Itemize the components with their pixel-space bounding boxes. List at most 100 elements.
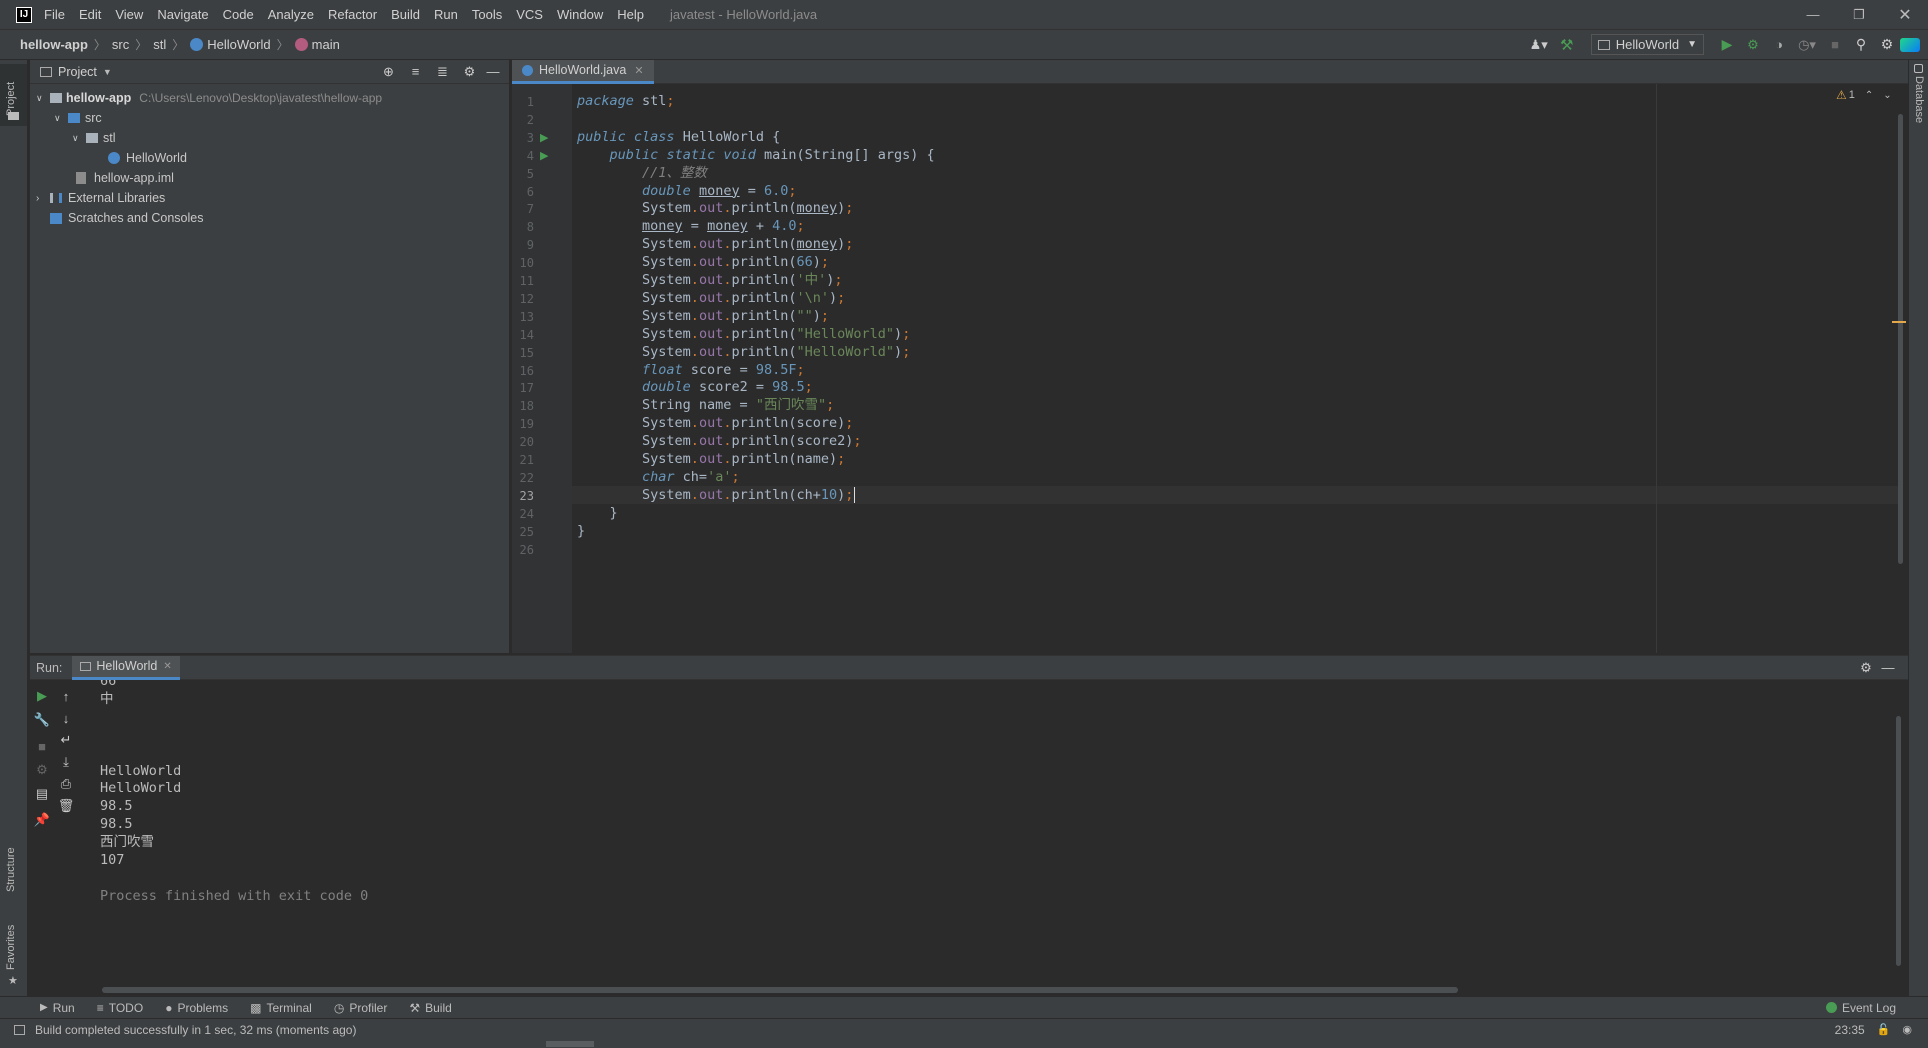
code-area[interactable]: package stl; public class HelloWorld { pu…	[512, 84, 1908, 653]
toolwindow-profiler[interactable]: ◷ Profiler	[334, 1001, 388, 1015]
toolwindow-problems[interactable]: ● Problems	[165, 1001, 228, 1015]
run-tab-helloworld[interactable]: HelloWorld ✕	[72, 655, 180, 680]
chevron-right-icon[interactable]: ›	[36, 193, 50, 204]
close-button[interactable]: ✕	[1882, 0, 1928, 30]
toolwindow-build[interactable]: ⚒ Build	[409, 1001, 451, 1015]
close-tab-icon[interactable]: ✕	[634, 64, 643, 77]
gear-icon[interactable]: ⚙	[1854, 660, 1878, 676]
breadcrumb-method[interactable]: main	[312, 37, 340, 52]
toolwindow-run[interactable]: ▶ Run	[40, 1001, 75, 1015]
window-scroll-thumb[interactable]	[546, 1041, 594, 1047]
structure-tool-tab[interactable]: Structure	[0, 830, 27, 910]
code-line[interactable]: System.out.println(name);	[577, 451, 845, 469]
code-line[interactable]: System.out.println('\n');	[577, 290, 845, 308]
breadcrumb-class[interactable]: HelloWorld	[207, 37, 270, 52]
toolwindow-terminal[interactable]: ▩ Terminal	[250, 1001, 312, 1015]
collapse-all-icon[interactable]: ≣	[429, 64, 456, 80]
code-line[interactable]: System.out.println(money);	[577, 236, 853, 254]
project-view-select[interactable]: Project	[58, 65, 97, 79]
run-icon[interactable]: ▶	[1714, 36, 1740, 53]
code-line[interactable]: double score2 = 98.5;	[577, 379, 813, 397]
toggle-tool-windows-icon[interactable]	[14, 1024, 25, 1035]
event-log-button[interactable]: Event Log	[1825, 1001, 1896, 1015]
code-line[interactable]: //1、整数	[577, 165, 707, 183]
menu-run[interactable]: Run	[434, 7, 458, 22]
menu-file[interactable]: File	[44, 7, 65, 22]
minimize-button[interactable]: —	[1790, 0, 1836, 30]
code-line[interactable]: System.out.println('中');	[577, 272, 843, 290]
code-line[interactable]: System.out.println(ch+10);	[577, 486, 856, 505]
menu-code[interactable]: Code	[223, 7, 254, 22]
coverage-icon[interactable]: ◑	[1766, 37, 1792, 52]
tree-item-src[interactable]: ∨ src	[30, 108, 509, 128]
menu-refactor[interactable]: Refactor	[328, 7, 377, 22]
console-line[interactable]: Process finished with exit code 0	[100, 888, 368, 910]
code-line[interactable]: float score = 98.5F;	[577, 362, 805, 380]
code-line[interactable]: public class HelloWorld {	[577, 129, 780, 147]
editor-scrollbar[interactable]	[1898, 114, 1903, 564]
tree-item-external-libraries[interactable]: › External Libraries	[30, 188, 509, 208]
previous-highlight-icon[interactable]: ⌃	[1865, 90, 1873, 101]
stop-icon[interactable]: ■	[1822, 37, 1848, 52]
database-tool-tab[interactable]: Database	[1909, 60, 1928, 140]
code-line[interactable]: double money = 6.0;	[577, 183, 796, 201]
code-line[interactable]: }	[577, 523, 585, 541]
status-time[interactable]: 23:35	[1835, 1023, 1865, 1037]
code-line[interactable]: package stl;	[577, 93, 675, 111]
gear-icon[interactable]: ⚙	[456, 64, 483, 80]
settings-gear-icon[interactable]: ⚙	[1874, 36, 1900, 53]
chevron-down-icon[interactable]: ∨	[36, 93, 50, 104]
debug-icon[interactable]: ⚙	[1740, 37, 1766, 53]
code-line[interactable]: System.out.println(score2);	[577, 433, 862, 451]
warning-marker[interactable]	[1892, 321, 1906, 323]
plugin-logo-icon[interactable]	[1900, 37, 1920, 52]
code-line[interactable]: money = money + 4.0;	[577, 218, 805, 236]
inspection-widget[interactable]: ⚠ 1 ⌃ ⌄	[1836, 88, 1892, 102]
search-icon[interactable]: ⚲	[1848, 36, 1874, 53]
code-line[interactable]: }	[577, 505, 618, 523]
console-vertical-scrollbar[interactable]	[1896, 716, 1901, 966]
expand-all-icon[interactable]: ≡	[402, 64, 429, 79]
menu-window[interactable]: Window	[557, 7, 603, 22]
chevron-down-icon[interactable]: ∨	[54, 113, 68, 124]
console-line[interactable]: 107	[100, 852, 124, 874]
code-line[interactable]: public static void main(String[] args) {	[577, 147, 935, 165]
favorites-tool-tab[interactable]: Favorites ★	[0, 910, 27, 990]
breadcrumb-stl[interactable]: stl	[153, 37, 166, 52]
code-line[interactable]: char ch='a';	[577, 469, 740, 487]
tree-item-scratches[interactable]: Scratches and Consoles	[30, 208, 509, 228]
chevron-down-icon[interactable]: ▼	[103, 67, 112, 77]
restore-button[interactable]: ❐	[1836, 0, 1882, 30]
menu-help[interactable]: Help	[617, 7, 644, 22]
menu-vcs[interactable]: VCS	[516, 7, 543, 22]
code-line[interactable]: String name = "西门吹雪";	[577, 397, 834, 415]
profile-icon[interactable]: ◷▾	[1792, 37, 1822, 53]
hide-icon[interactable]: —	[483, 64, 503, 79]
breadcrumb-src[interactable]: src	[112, 37, 129, 52]
tree-item-iml[interactable]: hellow-app.iml	[30, 168, 509, 188]
build-hammer-icon[interactable]: ⚒	[1553, 36, 1581, 54]
code-line[interactable]: System.out.println("");	[577, 308, 829, 326]
console-output[interactable]: 66 中 HelloWorld HelloWorld 98.5 98.5 西门吹雪 107 Pr…	[30, 680, 1890, 980]
menu-build[interactable]: Build	[391, 7, 420, 22]
next-highlight-icon[interactable]: ⌄	[1883, 90, 1891, 101]
console-horizontal-scrollbar[interactable]	[102, 987, 1458, 993]
user-icon[interactable]: ♟▾	[1525, 37, 1553, 53]
tree-item-stl[interactable]: ∨ stl	[30, 128, 509, 148]
menu-edit[interactable]: Edit	[79, 7, 101, 22]
memory-indicator-icon[interactable]: ◉	[1902, 1023, 1912, 1036]
close-tab-icon[interactable]: ✕	[163, 661, 171, 672]
locate-icon[interactable]: ⊕	[375, 64, 402, 80]
code-line[interactable]: System.out.println(money);	[577, 200, 853, 218]
chevron-down-icon[interactable]: ∨	[72, 133, 86, 144]
menu-tools[interactable]: Tools	[472, 7, 502, 22]
breadcrumb-project[interactable]: hellow-app	[20, 37, 88, 52]
run-config-select[interactable]: HelloWorld ▼	[1590, 34, 1704, 55]
code-line[interactable]: System.out.println(score);	[577, 415, 853, 433]
menu-analyze[interactable]: Analyze	[268, 7, 314, 22]
menu-navigate[interactable]: Navigate	[157, 7, 208, 22]
hide-icon[interactable]: —	[1878, 660, 1898, 675]
lock-icon[interactable]: 🔓	[1877, 1023, 1891, 1036]
code-line[interactable]: System.out.println(66);	[577, 254, 829, 272]
code-line[interactable]: System.out.println("HelloWorld");	[577, 326, 910, 344]
